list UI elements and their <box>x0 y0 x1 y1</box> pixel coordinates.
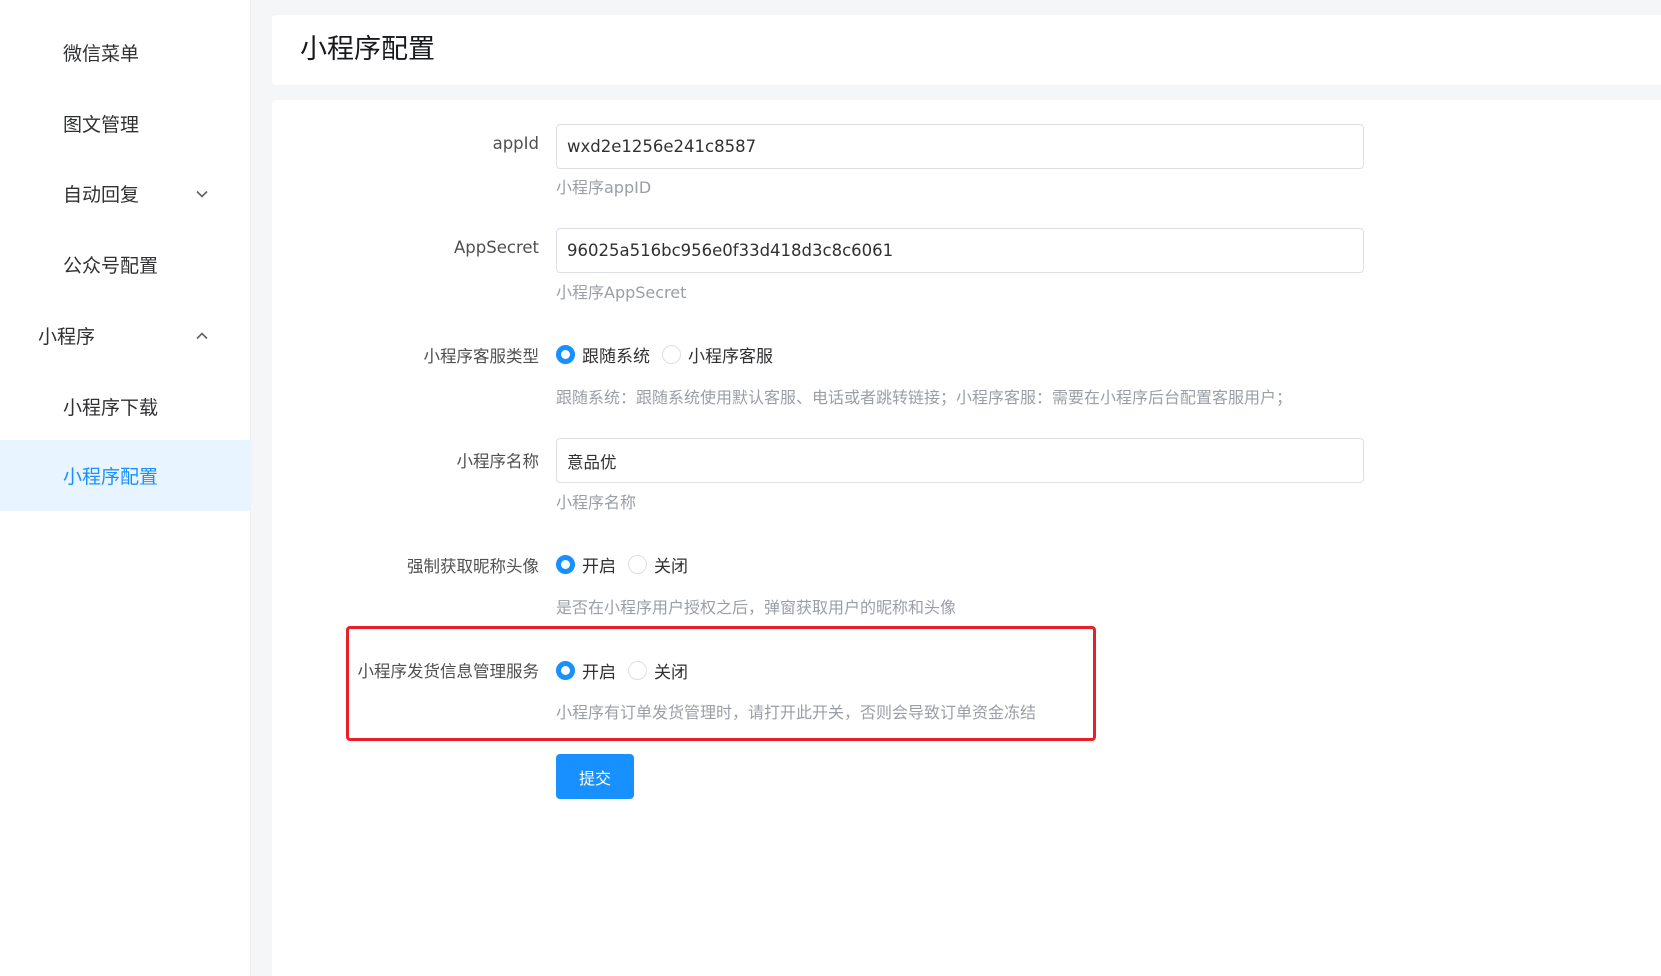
app-secret-input[interactable] <box>556 228 1364 273</box>
sidebar-item-label: 图文管理 <box>63 114 140 136</box>
sidebar-item-label: 小程序 <box>38 326 96 348</box>
sidebar-item-wechat-menu[interactable]: 微信菜单 <box>0 17 251 88</box>
service-type-radio-group: 跟随系统 小程序客服 <box>556 341 785 367</box>
sidebar-item-label: 公众号配置 <box>63 255 159 277</box>
radio-checked-icon[interactable] <box>556 660 575 680</box>
sidebar-item-auto-reply[interactable]: 自动回复 <box>0 158 251 229</box>
radio-checked-icon[interactable] <box>556 554 575 574</box>
sidebar-item-mini-program-config[interactable]: 小程序配置 <box>0 440 251 511</box>
radio-label: 开启 <box>582 556 616 577</box>
app-name-row: 小程序名称 <box>272 448 540 478</box>
submit-button[interactable]: 提交 <box>556 754 634 799</box>
force-profile-label: 强制获取昵称头像 <box>407 557 539 576</box>
shipping-service-label: 小程序发货信息管理服务 <box>357 662 540 681</box>
sidebar-item-label: 自动回复 <box>63 184 140 206</box>
sidebar: 微信菜单 图文管理 自动回复 公众号配置 小程序 小程序下载 小程序配置 <box>0 0 251 976</box>
force-profile-row: 强制获取昵称头像 <box>272 553 539 583</box>
service-type-option-system[interactable]: 跟随系统 <box>556 342 650 367</box>
force-profile-hint: 是否在小程序用户授权之后，弹窗获取用户的昵称和头像 <box>556 598 957 617</box>
app-id-row: appId <box>272 134 539 164</box>
force-profile-option-on[interactable]: 开启 <box>556 552 616 577</box>
page-header: 小程序配置 <box>272 15 1661 85</box>
shipping-service-hint: 小程序有订单发货管理时，请打开此开关，否则会导致订单资金冻结 <box>556 703 1037 722</box>
service-type-option-mini-program[interactable]: 小程序客服 <box>662 342 773 367</box>
radio-label: 关闭 <box>654 662 688 683</box>
force-profile-radio-group: 开启 关闭 <box>556 551 700 577</box>
radio-label: 小程序客服 <box>688 346 773 367</box>
sidebar-item-label: 小程序下载 <box>63 397 159 419</box>
app-id-label: appId <box>492 134 539 153</box>
sidebar-item-label: 微信菜单 <box>63 43 140 65</box>
app-name-label: 小程序名称 <box>456 452 540 471</box>
force-profile-option-off[interactable]: 关闭 <box>628 552 688 577</box>
app-secret-label: AppSecret <box>454 238 539 257</box>
shipping-service-radio-group: 开启 关闭 <box>556 657 700 683</box>
sidebar-item-label: 小程序配置 <box>63 466 159 488</box>
shipping-service-option-on[interactable]: 开启 <box>556 658 616 683</box>
app-name-hint: 小程序名称 <box>556 493 637 512</box>
sidebar-item-media-management[interactable]: 图文管理 <box>0 88 251 159</box>
radio-label: 跟随系统 <box>582 346 650 367</box>
app-secret-hint: 小程序AppSecret <box>556 283 687 302</box>
chevron-down-icon <box>193 185 211 203</box>
service-type-row: 小程序客服类型 <box>272 343 540 373</box>
chevron-up-icon <box>193 327 211 345</box>
page-title: 小程序配置 <box>300 34 435 65</box>
sidebar-item-official-account-config[interactable]: 公众号配置 <box>0 229 251 300</box>
shipping-service-option-off[interactable]: 关闭 <box>628 658 688 683</box>
sidebar-item-mini-program-download[interactable]: 小程序下载 <box>0 371 251 442</box>
service-type-label: 小程序客服类型 <box>423 347 540 366</box>
radio-unchecked-icon[interactable] <box>628 660 647 680</box>
app-name-input[interactable] <box>556 438 1364 483</box>
radio-unchecked-icon[interactable] <box>662 344 681 364</box>
service-type-hint: 跟随系统：跟随系统使用默认客服、电话或者跳转链接；小程序客服：需要在小程序后台配… <box>556 388 1293 407</box>
app-id-input[interactable] <box>556 124 1364 169</box>
sidebar-item-mini-program[interactable]: 小程序 <box>0 300 251 371</box>
config-form: appId 小程序appID AppSecret 小程序AppSecret 小程… <box>272 100 1661 976</box>
radio-label: 关闭 <box>654 556 688 577</box>
app-id-hint: 小程序appID <box>556 178 652 197</box>
shipping-service-row: 小程序发货信息管理服务 <box>272 658 540 688</box>
app-secret-row: AppSecret <box>272 238 539 268</box>
radio-label: 开启 <box>582 662 616 683</box>
radio-unchecked-icon[interactable] <box>628 554 647 574</box>
radio-checked-icon[interactable] <box>556 344 575 364</box>
